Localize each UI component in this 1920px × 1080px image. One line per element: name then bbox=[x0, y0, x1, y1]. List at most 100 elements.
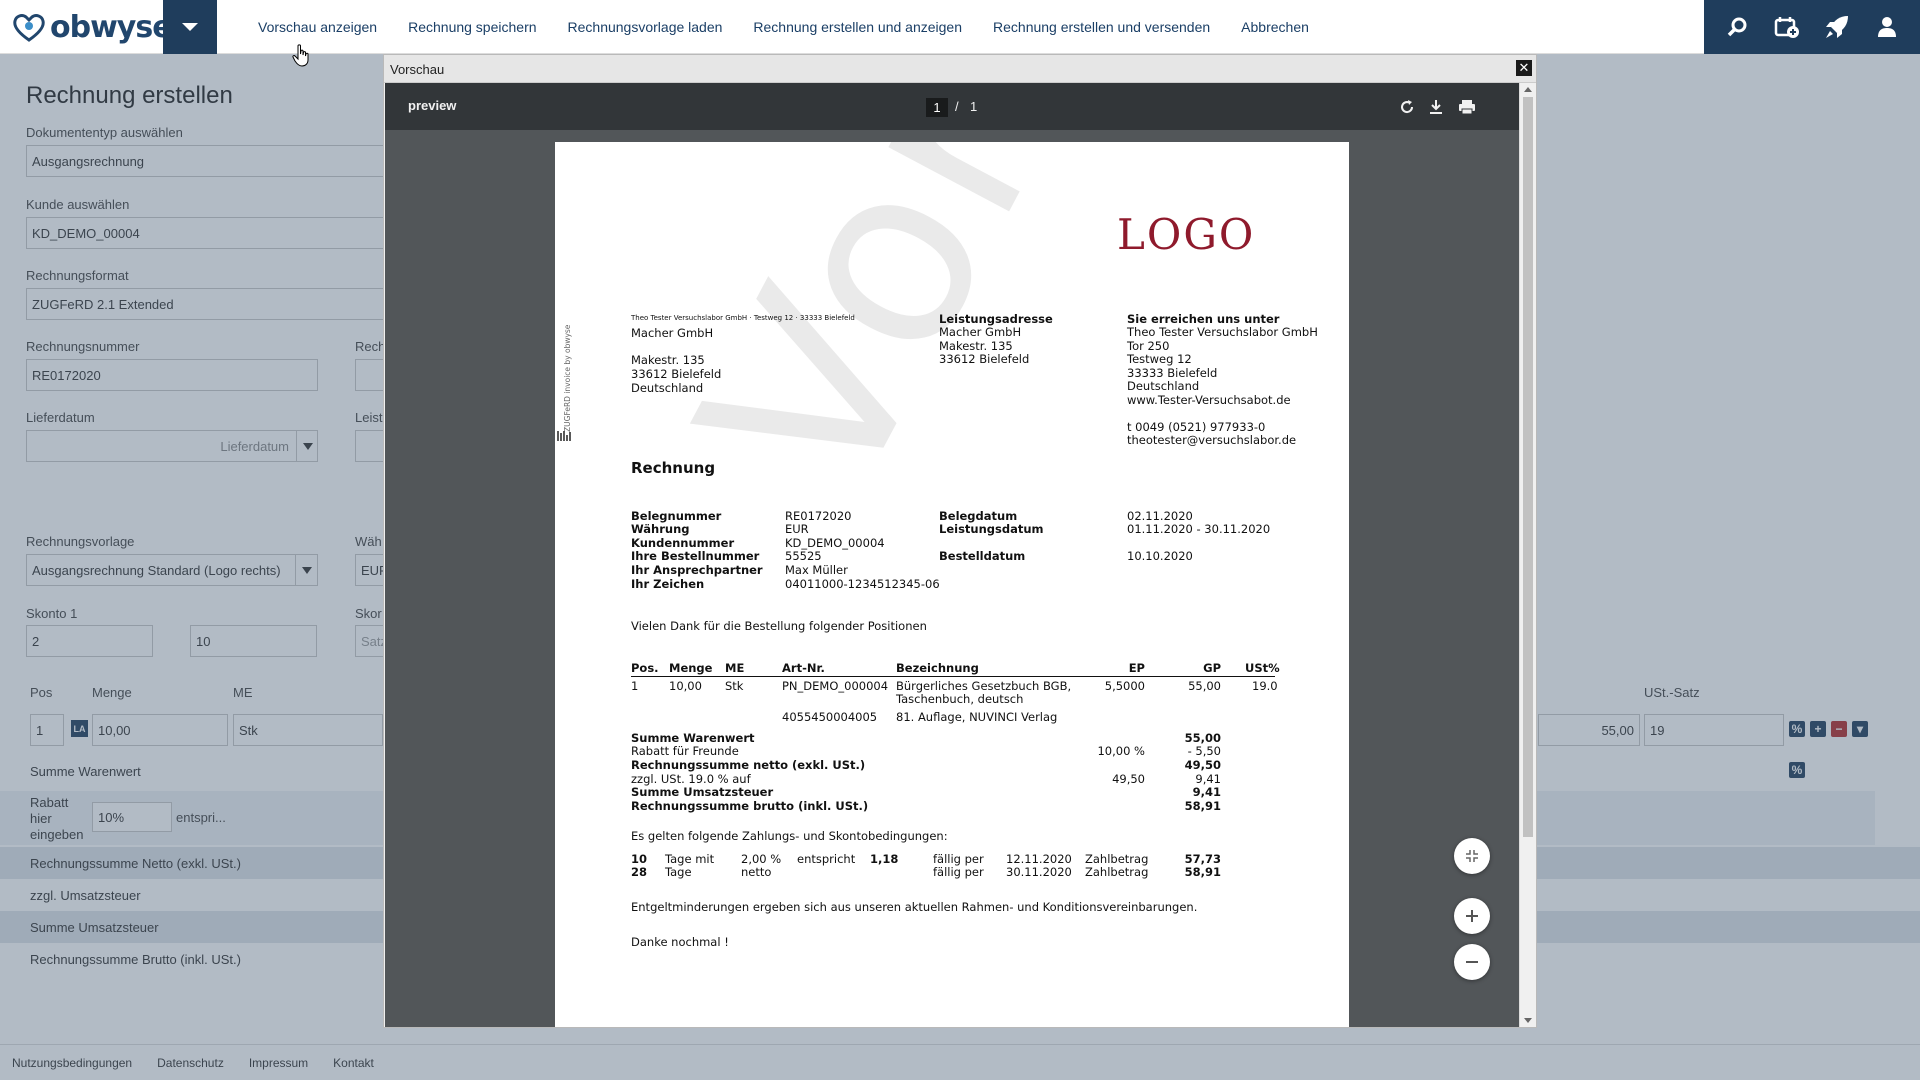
rocket-icon[interactable] bbox=[1822, 12, 1852, 42]
dialog-header: Vorschau ✕ bbox=[384, 55, 1536, 83]
col-ust: USt% bbox=[1245, 661, 1280, 675]
meta-label-4: Ihre Bestellnummer bbox=[631, 549, 760, 563]
create-and-show-button[interactable]: Rechnung erstellen und anzeigen bbox=[753, 19, 962, 35]
recipient-line-5: Deutschland bbox=[631, 381, 704, 395]
thanks-text: Danke nochmal ! bbox=[631, 935, 729, 949]
contact-line-5: Deutschland bbox=[1127, 379, 1200, 393]
item-bez-3: 81. Auflage, NUVINCI Verlag bbox=[896, 710, 1058, 724]
page-number-input[interactable]: 1 bbox=[926, 98, 948, 117]
logo-text: obwyse bbox=[50, 9, 173, 45]
meta-label-2: Währung bbox=[631, 522, 690, 536]
action-menu: Vorschau anzeigen Rechnung speichern Rec… bbox=[258, 0, 1340, 54]
sum-label-3: Rechnungssumme netto (exkl. USt.) bbox=[631, 758, 866, 772]
recipient-line-1: Macher GmbH bbox=[631, 326, 714, 340]
item-artnr-2: 4055450004005 bbox=[782, 710, 878, 724]
sum-label-2: Rabatt für Freunde bbox=[631, 744, 739, 758]
col-bezeichnung: Bezeichnung bbox=[896, 661, 979, 675]
term2-date: 30.11.2020 bbox=[1006, 865, 1072, 879]
cancel-button[interactable]: Abbrechen bbox=[1241, 19, 1309, 35]
add-calendar-icon[interactable] bbox=[1772, 12, 1802, 42]
dialog-title: Vorschau bbox=[390, 62, 445, 77]
preview-dialog: Vorschau ✕ preview 1 / 1 Vorschau LOGO T… bbox=[383, 54, 1537, 1028]
item-gp: 55,00 bbox=[1188, 679, 1221, 693]
sum-label-5: Summe Umsatzsteuer bbox=[631, 785, 774, 799]
term2-due: fällig per bbox=[933, 865, 984, 879]
table-header-rule bbox=[631, 676, 1275, 677]
sum-value-3: 49,50 bbox=[1184, 758, 1221, 772]
item-pos: 1 bbox=[631, 679, 639, 693]
item-bez-2: Taschenbuch, deutsch bbox=[896, 692, 1024, 706]
zoom-in-button[interactable] bbox=[1454, 898, 1490, 934]
service-address-line-3: 33612 Bielefeld bbox=[939, 352, 1030, 366]
fit-page-button[interactable] bbox=[1454, 838, 1490, 874]
term2-rate: netto bbox=[741, 865, 772, 879]
meta-label-6: Ihr Zeichen bbox=[631, 577, 705, 591]
term2-zahlbetrag: Zahlbetrag bbox=[1085, 865, 1149, 879]
create-and-send-button[interactable]: Rechnung erstellen und versenden bbox=[993, 19, 1210, 35]
app-logo[interactable]: obwyse bbox=[12, 8, 173, 46]
sum-value-5: 9,41 bbox=[1192, 785, 1221, 799]
term2-days: 28 bbox=[631, 865, 648, 879]
minus-icon bbox=[1466, 961, 1478, 963]
zoom-out-button[interactable] bbox=[1454, 944, 1490, 980]
term1-amount: 1,18 bbox=[870, 852, 899, 866]
heart-logo-icon bbox=[13, 14, 45, 42]
scroll-up-arrow[interactable] bbox=[1524, 87, 1532, 92]
dialog-scrollbar[interactable] bbox=[1519, 83, 1536, 1027]
item-ep: 5,5000 bbox=[1104, 679, 1145, 693]
user-icon[interactable] bbox=[1872, 12, 1902, 42]
contact-line-3: Testweg 12 bbox=[1127, 352, 1192, 366]
pdf-viewer: preview 1 / 1 Vorschau LOGO Theo Tester … bbox=[385, 83, 1520, 1027]
rotate-icon[interactable] bbox=[1396, 96, 1418, 118]
top-icon-bar bbox=[1704, 0, 1920, 54]
col-menge: Menge bbox=[669, 661, 713, 675]
item-ust: 19.0 bbox=[1252, 679, 1278, 693]
preview-button[interactable]: Vorschau anzeigen bbox=[258, 19, 377, 35]
load-template-button[interactable]: Rechnungsvorlage laden bbox=[568, 19, 723, 35]
terms-intro: Es gelten folgende Zahlungs- und Skontob… bbox=[631, 829, 948, 843]
fit-icon bbox=[1466, 850, 1478, 862]
sender-line: Theo Tester Versuchslabor GmbH · Testweg… bbox=[631, 314, 855, 322]
col-ep: EP bbox=[1128, 661, 1145, 675]
intro-text: Vielen Dank für die Bestellung folgender… bbox=[631, 619, 927, 633]
download-icon[interactable] bbox=[1425, 96, 1447, 118]
item-menge: 10,00 bbox=[669, 679, 702, 693]
col-me: ME bbox=[725, 661, 745, 675]
sum-value-6: 58,91 bbox=[1184, 799, 1221, 813]
sum-mid-2: 10,00 % bbox=[1097, 744, 1145, 758]
scroll-down-arrow[interactable] bbox=[1524, 1018, 1532, 1023]
page-count: 1 bbox=[970, 99, 978, 114]
service-address-line-1: Macher GmbH bbox=[939, 325, 1022, 339]
sum-value-2: - 5,50 bbox=[1187, 744, 1221, 758]
recipient-line-3: Makestr. 135 bbox=[631, 353, 705, 367]
meta-value-5: Max Müller bbox=[785, 563, 848, 577]
invoice-logo: LOGO bbox=[1117, 210, 1256, 259]
contact-website[interactable]: www.Tester-Versuchsabot.de bbox=[1127, 393, 1291, 408]
meta-right-label-2: Leistungsdatum bbox=[939, 522, 1044, 536]
col-artnr: Art-Nr. bbox=[782, 661, 825, 675]
recipient-line-4: 33612 Bielefeld bbox=[631, 367, 722, 381]
page-separator: / bbox=[955, 99, 959, 114]
term2-total: 58,91 bbox=[1184, 865, 1221, 879]
term1-equiv: entspricht bbox=[797, 852, 856, 866]
zugferd-side-text: ZUGFeRD invoice by obwyse bbox=[563, 324, 572, 432]
search-icon[interactable] bbox=[1722, 12, 1752, 42]
contact-line-1: Theo Tester Versuchslabor GmbH bbox=[1127, 325, 1318, 339]
meta-value-6: 04011000-1234512345-06 bbox=[785, 577, 940, 591]
plus-icon bbox=[1466, 910, 1478, 922]
meta-value-2: EUR bbox=[785, 522, 809, 536]
invoice-heading: Rechnung bbox=[631, 459, 716, 477]
save-invoice-button[interactable]: Rechnung speichern bbox=[408, 19, 536, 35]
print-icon[interactable] bbox=[1456, 96, 1478, 118]
chevron-down-icon bbox=[182, 23, 198, 31]
col-gp: GP bbox=[1203, 661, 1221, 675]
pdf-toolbar: preview 1 / 1 bbox=[385, 83, 1520, 130]
main-menu-dropdown-button[interactable] bbox=[163, 0, 217, 54]
conditions-note: Entgeltminderungen ergeben sich aus unse… bbox=[631, 900, 1198, 914]
item-artnr: PN_DEMO_000004 bbox=[782, 679, 889, 693]
term2-label: Tage bbox=[665, 865, 692, 879]
col-pos: Pos. bbox=[631, 661, 659, 675]
contact-email[interactable]: theotester@versuchslabor.de bbox=[1127, 433, 1296, 448]
scroll-thumb[interactable] bbox=[1523, 97, 1533, 837]
close-icon[interactable]: ✕ bbox=[1516, 60, 1532, 76]
